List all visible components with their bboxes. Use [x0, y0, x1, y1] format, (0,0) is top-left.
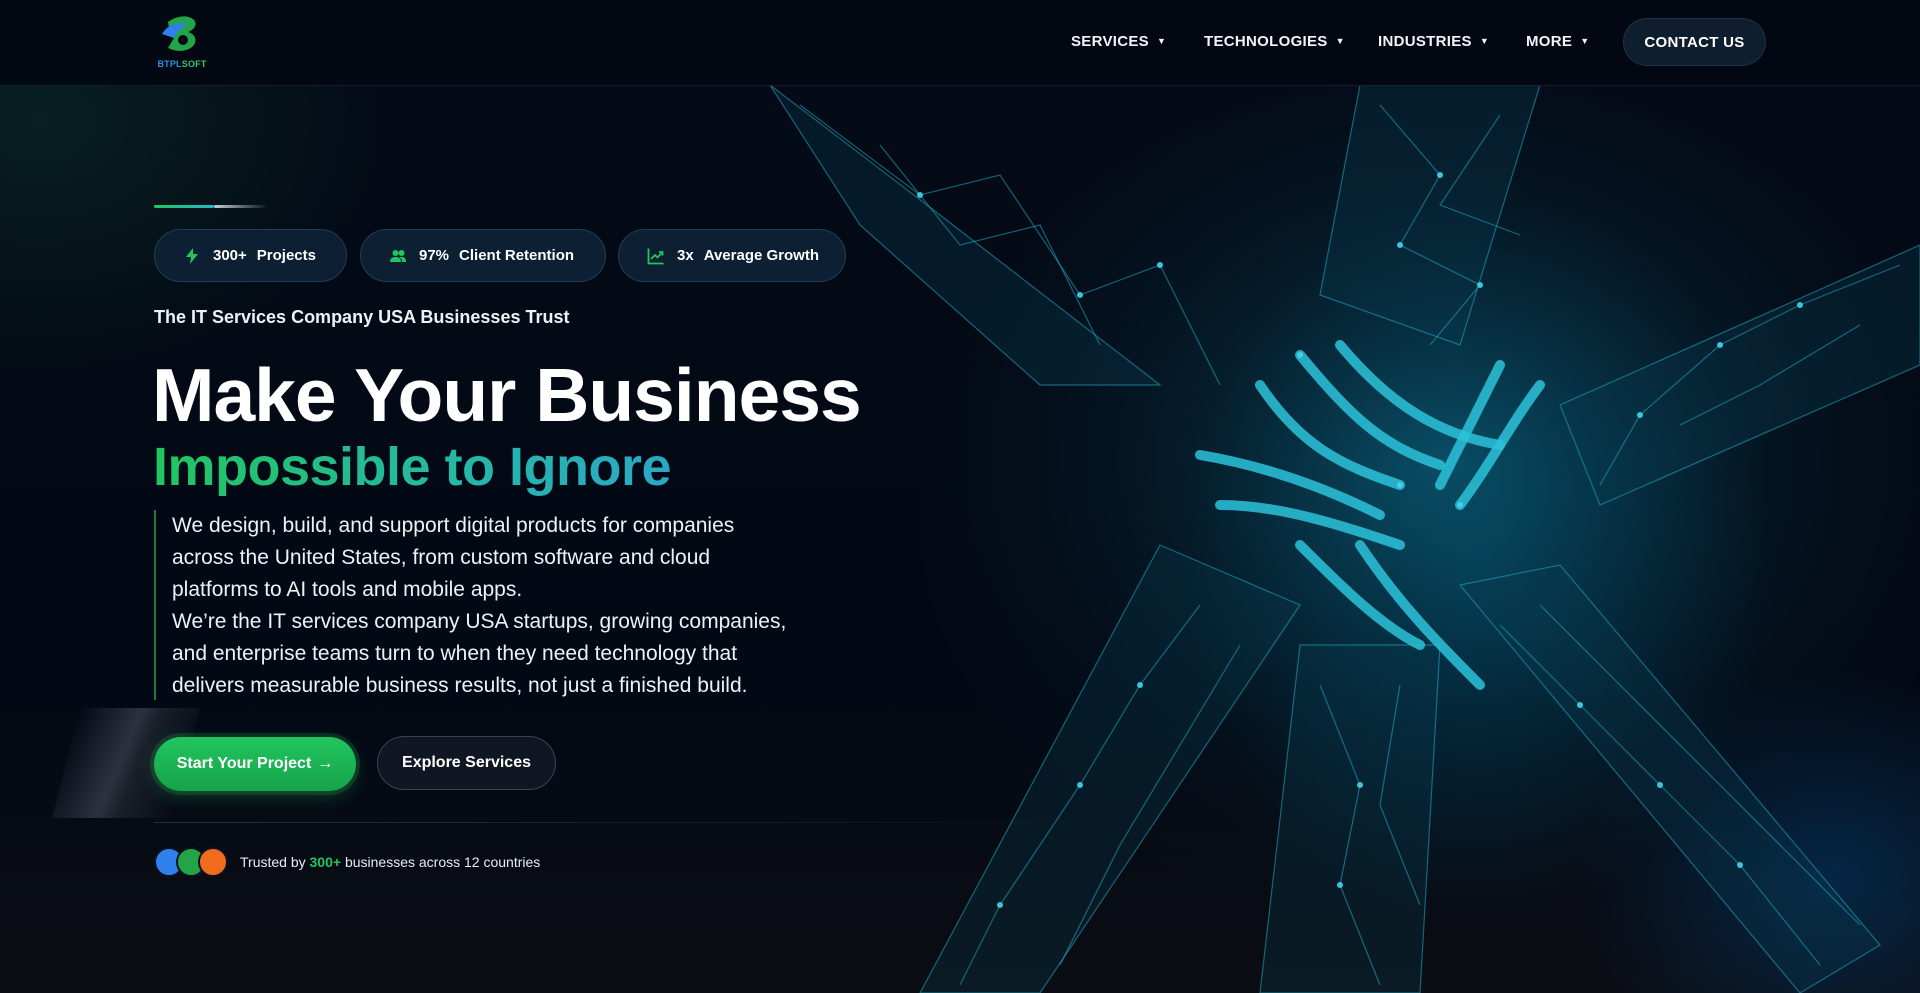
- logo-mark-icon: [162, 16, 196, 51]
- brand-logo[interactable]: BTPLSOFT: [154, 14, 210, 72]
- avatar: [198, 847, 228, 877]
- caret-down-icon: ▼: [1157, 36, 1167, 46]
- logo-wordmark: BTPLSOFT: [157, 59, 207, 69]
- avatar-group: [154, 847, 228, 877]
- stat-average-growth: 3x Average Growth: [618, 229, 846, 282]
- divider: [154, 822, 1034, 823]
- hands-network-illustration: [769, 85, 1920, 993]
- stat-projects: 300+ Projects: [154, 229, 347, 282]
- caret-down-icon: ▼: [1580, 36, 1590, 46]
- trusted-by-text: Trusted by 300+ businesses across 12 cou…: [240, 854, 541, 870]
- nav-technologies[interactable]: TECHNOLOGIES ▼: [1204, 33, 1345, 50]
- hero-tagline: The IT Services Company USA Businesses T…: [154, 307, 570, 327]
- nav-industries[interactable]: INDUSTRIES ▼: [1378, 33, 1489, 50]
- contact-us-button[interactable]: CONTACT US: [1623, 18, 1766, 66]
- arrow-right-icon: →: [317, 755, 334, 772]
- stat-client-retention: 97% Client Retention: [360, 229, 606, 282]
- nav-more[interactable]: MORE ▼: [1526, 33, 1589, 50]
- users-icon: [389, 247, 407, 265]
- hero-headline: Make Your Business: [152, 353, 862, 437]
- site-header: BTPLSOFT SERVICES ▼ TECHNOLOGIES ▼ INDUSTR…: [0, 0, 1920, 86]
- caret-down-icon: ▼: [1479, 36, 1490, 46]
- hero-headline-highlight: Impossible to Ignore: [153, 434, 672, 500]
- caret-down-icon: ▼: [1335, 36, 1345, 46]
- accent-line: [154, 205, 268, 208]
- nav-services[interactable]: SERVICES ▼: [1071, 33, 1166, 50]
- lightning-icon: [183, 247, 201, 265]
- hero-paragraph-1: We design, build, and support digital pr…: [172, 514, 735, 601]
- start-project-button[interactable]: Start Your Project →: [154, 737, 356, 791]
- hero-paragraph-2: We’re the IT services company USA startu…: [172, 610, 787, 697]
- hero-description: We design, build, and support digital pr…: [154, 510, 794, 700]
- explore-services-button[interactable]: Explore Services: [377, 736, 556, 790]
- trend-up-icon: [647, 247, 665, 265]
